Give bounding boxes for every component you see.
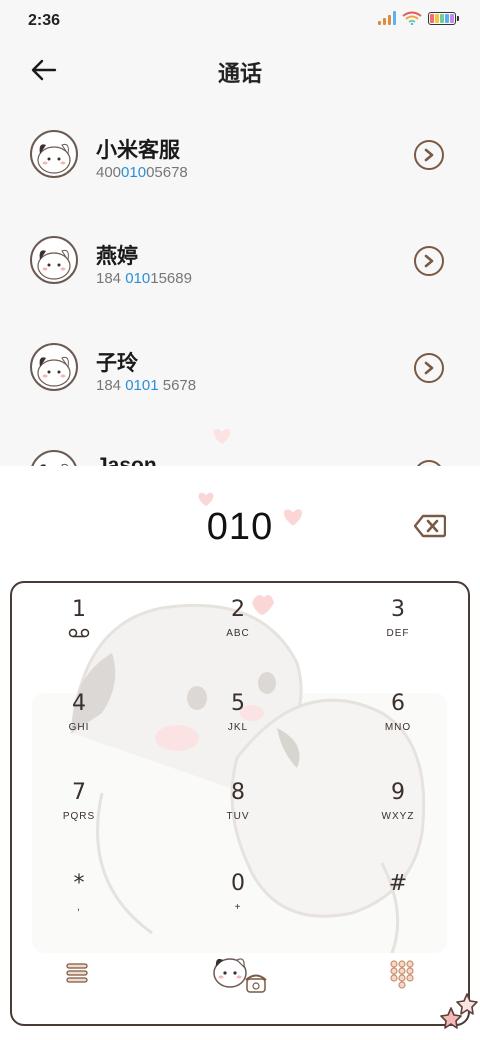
contact-item[interactable]: 小米客服 40001005678 [0,104,480,204]
chevron-right-icon [424,254,434,268]
contact-item[interactable]: 子玲 184 0101 5678 [0,317,480,417]
battery-segment [435,13,439,23]
key-1[interactable]: 1 [29,595,129,665]
key-5[interactable]: 5 JKL [188,689,288,759]
status-time: 2:36 [28,12,61,29]
avatar [30,343,78,391]
contact-number: 184 0101 5678 [96,377,197,394]
contact-list: 小米客服 40001005678 燕婷 184 01015689 子玲 184 … [0,104,480,474]
menu-icon [66,963,88,983]
keypad-toggle-button[interactable] [389,959,415,994]
key-3[interactable]: 3 DEF [348,595,448,665]
avatar [30,130,78,178]
key-0[interactable]: 0 + [188,869,288,939]
avatar [30,236,78,284]
contact-name: 子玲 [96,352,138,375]
battery-segment [430,13,434,23]
menu-button[interactable] [64,961,90,990]
chevron-right-icon [424,148,434,162]
chevron-right-icon [424,361,434,375]
header: 通话 [0,40,480,100]
key-8[interactable]: 8 TUV [188,778,288,848]
battery-icon [428,11,459,25]
key-7[interactable]: 7 PQRS [29,778,129,848]
contact-detail-button[interactable] [414,246,444,276]
backspace-icon [413,514,447,538]
status-icons [378,11,459,25]
contact-item[interactable]: 燕婷 184 01015689 [0,210,480,310]
keypad: 1 2 ABC 3 DEF 4 GHI 5 JKL 6 MNO 7 PQRS 8… [10,581,470,1026]
voicemail-icon [68,628,90,638]
status-bar: 2:36 [0,0,480,40]
contact-number: 184 01015689 [96,270,192,287]
battery-segment [445,13,449,23]
key-2[interactable]: 2 ABC [188,595,288,665]
contact-number: 40001005678 [96,164,188,181]
contact-name: 小米客服 [96,139,180,162]
key-4[interactable]: 4 GHI [29,689,129,759]
contact-name: 燕婷 [96,245,138,268]
keypad-grid-icon [390,960,414,989]
heart-icon [213,429,231,444]
page-title: 通话 [217,61,262,86]
key-9[interactable]: 9 WXYZ [348,778,448,848]
star-decoration-icon [440,993,478,1029]
key-6[interactable]: 6 MNO [348,689,448,759]
battery-segment [450,13,454,23]
call-cat-icon [213,958,267,993]
call-button[interactable] [210,951,270,1002]
key-hash[interactable]: # [348,869,448,939]
contact-detail-button[interactable] [414,353,444,383]
key-star[interactable]: * , [29,869,129,939]
delete-button[interactable] [413,514,447,538]
contact-detail-button[interactable] [414,140,444,170]
wifi-icon [402,11,422,25]
signal-icon [378,11,396,25]
battery-segment [440,13,444,23]
dial-number-display: 010 [206,506,274,548]
dial-panel: 010 1 2 ABC 3 DEF 4 GHI 5 JKL 6 MNO 7 PQ… [0,429,480,1040]
